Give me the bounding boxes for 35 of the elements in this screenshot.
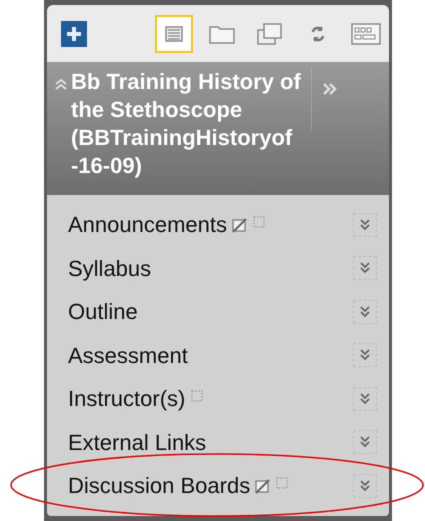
list-icon xyxy=(165,26,183,42)
empty-icon xyxy=(191,390,204,402)
add-menu-item-button[interactable] xyxy=(61,20,87,46)
plus-icon xyxy=(67,26,81,40)
item-options-button[interactable] xyxy=(353,212,377,237)
toolbar-button[interactable] xyxy=(155,14,193,52)
menu-item-link[interactable]: Assessment xyxy=(68,338,188,372)
item-options-button[interactable] xyxy=(353,343,377,368)
item-options-button[interactable] xyxy=(353,430,377,454)
menu-item-link[interactable]: Announcements xyxy=(68,208,227,242)
grid-icon xyxy=(351,22,381,44)
menu-item-link[interactable]: Syllabus xyxy=(68,252,152,285)
course-title[interactable]: Bb Training History of the Stethoscope (BBTrainingHistoryof -16-09) xyxy=(71,68,309,195)
double-chevron-down-icon xyxy=(359,306,371,318)
menu-item-link[interactable]: Outline xyxy=(68,295,138,328)
empty-icon xyxy=(253,216,265,228)
item-options-button[interactable] xyxy=(353,256,377,280)
double-chevron-down-icon xyxy=(359,262,371,274)
hidden-icon xyxy=(254,478,270,494)
windows-icon xyxy=(257,22,283,44)
menu-item-link[interactable]: External Links xyxy=(68,426,206,459)
menu-item-link[interactable]: Instructor(s) xyxy=(68,382,186,416)
double-chevron-down-icon xyxy=(359,480,371,492)
item-options-button[interactable] xyxy=(353,386,377,411)
double-chevron-down-icon xyxy=(359,218,371,231)
item-options-button[interactable] xyxy=(353,300,377,324)
empty-icon xyxy=(276,476,288,489)
item-options-button[interactable] xyxy=(353,474,377,498)
hidden-icon xyxy=(231,216,247,233)
folder-icon xyxy=(209,24,235,44)
refresh-icon xyxy=(310,24,326,44)
double-chevron-down-icon xyxy=(359,392,371,405)
double-chevron-down-icon xyxy=(359,436,371,448)
expand-panel-icon[interactable] xyxy=(322,82,338,96)
double-chevron-down-icon xyxy=(359,349,371,362)
